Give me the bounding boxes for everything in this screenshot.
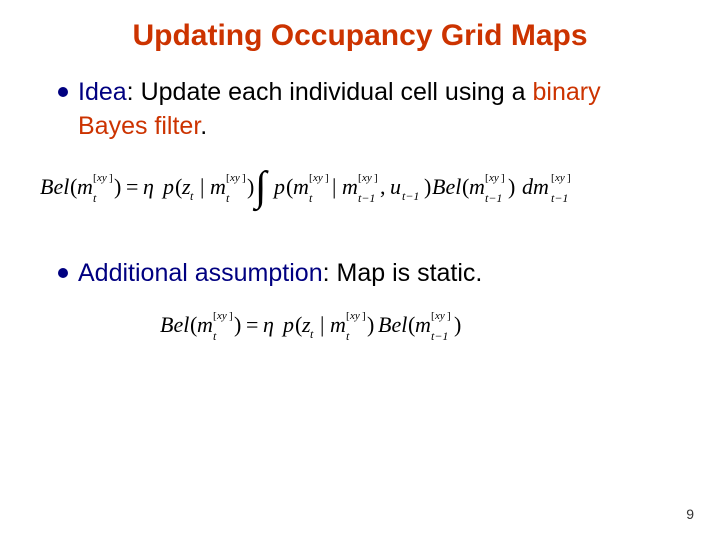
svg-text:dm: dm xyxy=(522,174,549,199)
svg-text:|: | xyxy=(200,174,204,199)
bullet-2-sep: : xyxy=(323,259,337,287)
svg-text:∫: ∫ xyxy=(252,164,269,212)
bullet-1-lead: Idea xyxy=(78,78,127,106)
svg-text:xy: xy xyxy=(488,172,499,184)
svg-text:Bel: Bel xyxy=(432,174,461,199)
svg-text:]: ] xyxy=(325,172,329,184)
svg-text:t: t xyxy=(213,329,217,343)
svg-text:η: η xyxy=(143,174,154,199)
svg-text:p: p xyxy=(272,174,285,199)
bullet-2: Additional assumption: Map is static. xyxy=(58,257,670,291)
svg-text:t−1: t−1 xyxy=(551,191,568,205)
svg-text:]: ] xyxy=(374,172,378,184)
svg-text:t−1: t−1 xyxy=(358,191,375,205)
svg-text:t−1: t−1 xyxy=(402,189,419,203)
svg-text:Bel: Bel xyxy=(160,312,189,337)
svg-text:xy: xy xyxy=(554,172,565,184)
svg-text:]: ] xyxy=(109,172,113,184)
svg-text:m: m xyxy=(210,174,226,199)
bullet-1-text: Idea: Update each individual cell using … xyxy=(78,76,670,144)
svg-text:]: ] xyxy=(242,172,246,184)
bullet-dot-icon xyxy=(58,268,68,278)
svg-text:Bel: Bel xyxy=(40,174,69,199)
bullet-dot-icon xyxy=(58,87,68,97)
page-number: 9 xyxy=(686,506,694,522)
svg-text:Bel: Bel xyxy=(378,312,407,337)
svg-text:t: t xyxy=(93,191,97,205)
bullet-1: Idea: Update each individual cell using … xyxy=(58,76,670,144)
svg-text:p: p xyxy=(281,312,294,337)
svg-text:xy: xy xyxy=(312,172,323,184)
slide-title: Updating Occupancy Grid Maps xyxy=(40,18,680,54)
formula-1-svg: Bel ( m [ xy ] t ) = η p ( z t | m [ xy … xyxy=(40,158,680,214)
svg-text:m: m xyxy=(293,174,309,199)
svg-text:]: ] xyxy=(229,310,233,322)
bullet-2-lead: Additional assumption xyxy=(78,259,323,287)
svg-text:t: t xyxy=(346,329,350,343)
slide: Updating Occupancy Grid Maps Idea: Updat… xyxy=(0,0,720,540)
svg-text:=: = xyxy=(246,312,258,337)
svg-text:m: m xyxy=(197,312,213,337)
svg-text:]: ] xyxy=(567,172,571,184)
svg-text:u: u xyxy=(390,174,401,199)
svg-text:t−1: t−1 xyxy=(485,191,502,205)
svg-text:): ) xyxy=(367,312,374,337)
svg-text:xy: xy xyxy=(96,172,107,184)
bullet-2-rest-a: Map is static. xyxy=(337,259,483,287)
formula-2: Bel ( m [ xy ] t ) = η p ( z t | m [ xy … xyxy=(40,304,680,353)
bullet-1-rest-c: . xyxy=(200,112,207,140)
svg-text:]: ] xyxy=(501,172,505,184)
svg-text:m: m xyxy=(469,174,485,199)
svg-text:|: | xyxy=(332,174,336,199)
svg-text:p: p xyxy=(161,174,174,199)
svg-text:): ) xyxy=(454,312,461,337)
svg-text:t: t xyxy=(190,189,194,203)
svg-text:): ) xyxy=(508,174,515,199)
svg-text:): ) xyxy=(234,312,241,337)
svg-text:η: η xyxy=(263,312,274,337)
formula-2-svg: Bel ( m [ xy ] t ) = η p ( z t | m [ xy … xyxy=(160,304,560,348)
svg-text:): ) xyxy=(247,174,254,199)
svg-text:=: = xyxy=(126,174,138,199)
svg-text:t: t xyxy=(310,327,314,341)
svg-text:xy: xy xyxy=(349,310,360,322)
bullet-2-text: Additional assumption: Map is static. xyxy=(78,257,482,291)
svg-text:t: t xyxy=(309,191,313,205)
svg-text:): ) xyxy=(424,174,431,199)
formula-1: Bel ( m [ xy ] t ) = η p ( z t | m [ xy … xyxy=(40,158,680,219)
svg-text:xy: xy xyxy=(216,310,227,322)
svg-text:|: | xyxy=(320,312,324,337)
svg-text:m: m xyxy=(77,174,93,199)
svg-text:t: t xyxy=(226,191,230,205)
svg-text:]: ] xyxy=(362,310,366,322)
svg-text:t−1: t−1 xyxy=(431,329,448,343)
bullet-1-rest-a: Update each individual cell using a xyxy=(141,78,533,106)
svg-text:m: m xyxy=(415,312,431,337)
svg-text:m: m xyxy=(342,174,358,199)
svg-text:xy: xy xyxy=(361,172,372,184)
svg-text:): ) xyxy=(114,174,121,199)
svg-text:,: , xyxy=(380,174,386,199)
svg-text:xy: xy xyxy=(229,172,240,184)
svg-text:m: m xyxy=(330,312,346,337)
bullet-1-sep: : xyxy=(127,78,141,106)
svg-text:]: ] xyxy=(447,310,451,322)
svg-text:xy: xy xyxy=(434,310,445,322)
